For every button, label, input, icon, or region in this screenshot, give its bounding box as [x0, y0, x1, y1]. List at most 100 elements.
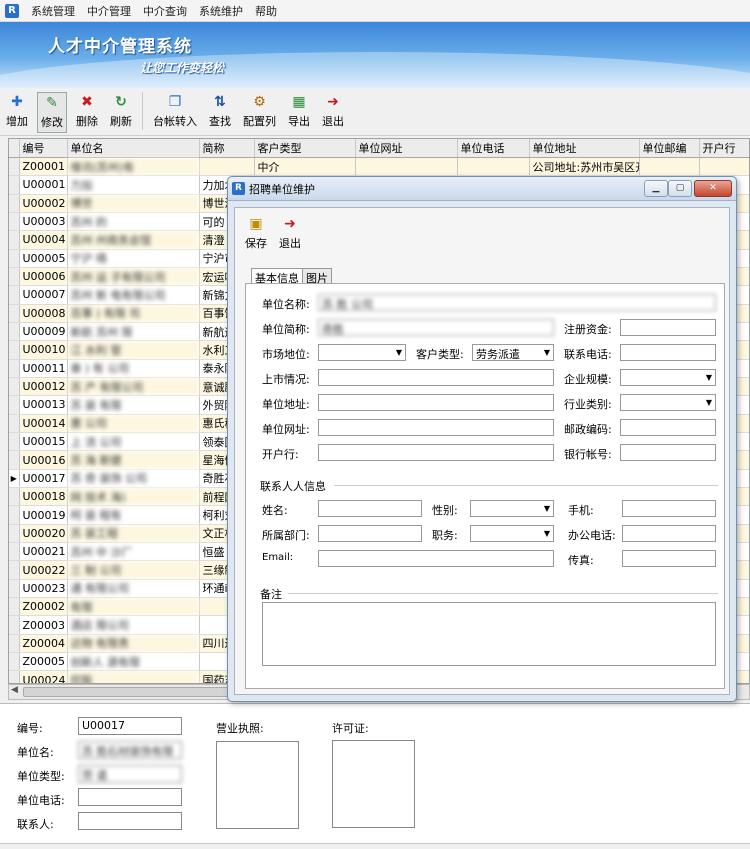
scroll-left-icon[interactable]: ◀	[11, 685, 18, 695]
license-image[interactable]	[216, 741, 299, 829]
minimize-icon[interactable]: ▁	[644, 180, 668, 197]
menu-agency[interactable]: 中介管理	[81, 3, 137, 19]
mobile-input[interactable]	[622, 500, 716, 517]
cell-id[interactable]: U00023	[19, 579, 68, 599]
maximize-icon[interactable]: ▢	[668, 180, 692, 197]
cell-id[interactable]: U00003	[19, 212, 68, 232]
cell-id[interactable]: Z00002	[19, 597, 68, 617]
cell-id[interactable]: U00004	[19, 230, 68, 250]
gender-select[interactable]: ▼	[470, 500, 554, 517]
cell-name[interactable]: 苏 产 有限公司	[67, 377, 200, 397]
cell-id[interactable]: U00010	[19, 340, 68, 360]
column-header-bank[interactable]: 开户行	[699, 139, 749, 158]
dept-input[interactable]	[318, 525, 422, 542]
office-phone-input[interactable]	[622, 525, 716, 542]
cell-id[interactable]: U00022	[19, 560, 68, 580]
cell-id[interactable]: U00012	[19, 377, 68, 397]
cell-id[interactable]: U00016	[19, 450, 68, 470]
contact-name-input[interactable]	[318, 500, 422, 517]
cell-name[interactable]: 苏州 新 电有限公司	[67, 285, 200, 305]
menu-maintenance[interactable]: 系统维护	[193, 3, 249, 19]
cell-name[interactable]: 达物 有限责	[67, 634, 200, 654]
cell-name[interactable]: 三 制 公司	[67, 560, 200, 580]
cell-name[interactable]: 博世	[67, 194, 200, 213]
cell-name[interactable]: 控股	[67, 670, 200, 683]
cell-id[interactable]: U00013	[19, 395, 68, 415]
cell-id[interactable]: U00011	[19, 359, 68, 378]
column-header-phone[interactable]: 单位电话	[457, 139, 530, 158]
cell-id[interactable]: U00020	[19, 524, 68, 544]
cell-web[interactable]	[355, 157, 458, 177]
close-icon[interactable]: ✕	[694, 180, 732, 197]
cell-type[interactable]: 中介	[254, 157, 356, 177]
exit-button[interactable]: ➜ 退出	[319, 92, 347, 131]
column-header-type[interactable]: 客户类型	[254, 139, 356, 158]
cell-id[interactable]: U00024	[19, 670, 68, 683]
refresh-button[interactable]: ↻ 刷新	[107, 92, 135, 131]
permit-image[interactable]	[332, 740, 415, 828]
detail-phone-field[interactable]	[78, 788, 182, 806]
cell-id[interactable]: U00021	[19, 542, 68, 562]
cell-id[interactable]: Z00001	[19, 157, 68, 177]
cell-name[interactable]: 苏 装 有限	[67, 395, 200, 415]
cell-id[interactable]: U00005	[19, 249, 68, 268]
cell-name[interactable]: 苏 奇 装饰 公司	[67, 469, 200, 489]
cell-name[interactable]: 维讯(苏州)有	[67, 157, 200, 177]
industry-select[interactable]: ▼	[620, 394, 716, 411]
customer-type-select[interactable]: 劳务派遣 ▼	[472, 344, 554, 361]
cell-name[interactable]: 泰 ) 有 公司	[67, 359, 200, 378]
cell-name[interactable]: 通 有限公司	[67, 579, 200, 599]
cell-name[interactable]: 江 水利 管	[67, 340, 200, 360]
dialog-save-button[interactable]: ▣ 保存	[242, 214, 270, 253]
cell-name[interactable]: 惠 公司	[67, 414, 200, 434]
detail-contact-field[interactable]	[78, 812, 182, 830]
column-header-short[interactable]: 简称	[199, 139, 255, 158]
cell-name[interactable]: 苏 海 斯健	[67, 450, 200, 470]
unit-name-input[interactable]: 苏 胜 公司	[318, 294, 716, 311]
cell-name[interactable]: 柯 装 程有	[67, 505, 200, 525]
cell-id[interactable]: U00015	[19, 432, 68, 452]
email-input[interactable]	[318, 550, 554, 567]
configure-columns-button[interactable]: ⚙ 配置列	[240, 92, 279, 131]
cell-id[interactable]: U00002	[19, 194, 68, 213]
cell-name[interactable]: 上 流 公司	[67, 432, 200, 452]
bank-input[interactable]	[318, 444, 554, 461]
cell-name[interactable]: 有限	[67, 597, 200, 617]
add-button[interactable]: ✚ 增加	[3, 92, 31, 131]
capital-input[interactable]	[620, 319, 716, 336]
cell-id[interactable]: U00017	[19, 469, 68, 489]
dialog-exit-button[interactable]: ➜ 退出	[276, 214, 304, 253]
detail-id-field[interactable]: U00017	[78, 717, 182, 735]
listing-input[interactable]	[318, 369, 554, 386]
menu-system[interactable]: 系统管理	[25, 3, 81, 19]
short-name-input[interactable]: 奇胜	[318, 319, 554, 336]
transfer-button[interactable]: ❐ 台帐转入	[150, 92, 200, 131]
remark-textarea[interactable]	[262, 602, 716, 666]
menu-query[interactable]: 中介查询	[137, 3, 193, 19]
table-row[interactable]: Z00001 维讯(苏州)有 中介 公司地址:苏州市吴区开	[9, 157, 749, 177]
cell-id[interactable]: U00006	[19, 267, 68, 287]
cell-id[interactable]: U00007	[19, 285, 68, 305]
account-input[interactable]	[620, 444, 716, 461]
job-title-select[interactable]: ▼	[470, 525, 554, 542]
cell-name[interactable]: 力加	[67, 175, 200, 195]
cell-short[interactable]	[199, 157, 255, 177]
detail-type-field[interactable]: 劳 遣	[78, 765, 182, 783]
cell-phone[interactable]	[457, 157, 530, 177]
cell-id[interactable]: Z00003	[19, 615, 68, 635]
cell-name[interactable]: 网 技术 海)	[67, 487, 200, 507]
cell-name[interactable]: 苏州 州商务会馆	[67, 230, 200, 250]
cell-id[interactable]: Z00004	[19, 634, 68, 654]
scale-select[interactable]: ▼	[620, 369, 716, 386]
cell-id[interactable]: U00018	[19, 487, 68, 507]
cell-name[interactable]: 苏州 运 子有限公司	[67, 267, 200, 287]
phone-input[interactable]	[620, 344, 716, 361]
cell-name[interactable]: 苏 装工程	[67, 524, 200, 544]
detail-name-field[interactable]: 苏 胜石材装饰有限	[78, 741, 182, 759]
cell-id[interactable]: U00019	[19, 505, 68, 525]
market-select[interactable]: ▼	[318, 344, 406, 361]
cell-name[interactable]: 新航 苏州 限	[67, 322, 200, 342]
website-input[interactable]	[318, 419, 554, 436]
column-header-name[interactable]: 单位名	[67, 139, 200, 158]
cell-name[interactable]: 苏州 的	[67, 212, 200, 232]
